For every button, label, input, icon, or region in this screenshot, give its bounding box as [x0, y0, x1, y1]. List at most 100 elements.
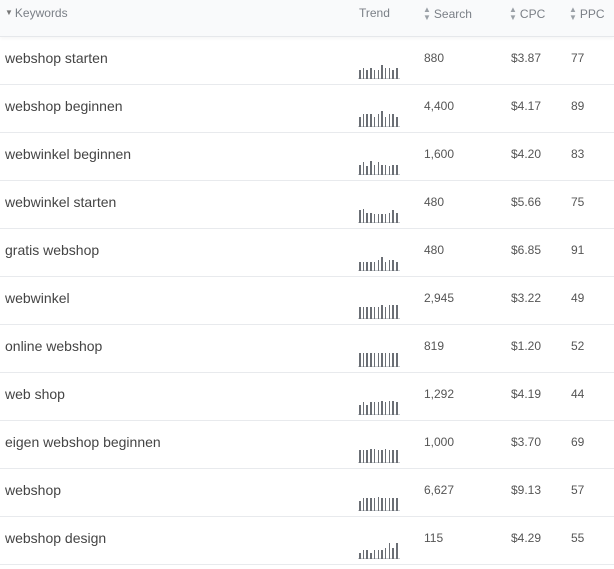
trend-bar [370, 262, 372, 271]
ppc-cell: 49 [571, 291, 585, 305]
keyword-cell[interactable]: webshop starten [5, 50, 108, 66]
table-row[interactable]: webshop starten 880 $3.87 77 [0, 37, 614, 85]
trend-bar [362, 68, 365, 79]
trend-bar [388, 114, 391, 127]
column-header-keywords[interactable]: ▼ Keywords [5, 6, 68, 20]
trend-bar [370, 553, 372, 559]
trend-bar [392, 548, 394, 559]
ppc-cell: 52 [571, 339, 585, 353]
trend-bar [359, 70, 361, 79]
table-row[interactable]: webshop 6,627 $9.13 57 [0, 469, 614, 517]
search-volume-cell: 6,627 [424, 483, 455, 497]
trend-bar [373, 498, 376, 511]
keyword-cell[interactable]: webwinkel starten [5, 194, 116, 210]
table-row[interactable]: web shop 1,292 $4.19 44 [0, 373, 614, 421]
trend-bar [396, 450, 398, 463]
trend-bar [366, 307, 368, 319]
trend-sparkline [358, 447, 402, 463]
trend-bar [388, 68, 391, 79]
trend-bar [384, 353, 387, 367]
table-row[interactable]: eigen webshop beginnen 1,000 $3.70 69 [0, 421, 614, 469]
column-header-trend: Trend [359, 6, 390, 20]
search-volume-cell: 2,945 [424, 291, 455, 305]
table-body: webshop starten 880 $3.87 77 webshop beginne… [0, 37, 614, 565]
ppc-cell: 89 [571, 99, 585, 113]
ppc-cell: 57 [571, 483, 585, 497]
trend-bar [381, 111, 383, 127]
trend-bar [362, 498, 365, 511]
trend-bar [359, 450, 361, 463]
table-row[interactable]: webshop design 115 $4.29 55 [0, 517, 614, 565]
table-row[interactable]: gratis webshop 480 $6.85 91 [0, 229, 614, 277]
trend-bar [388, 260, 391, 271]
keywords-table: ▼ Keywords Trend ▲ ▼ Search ▲ ▼ CPC ▲ ▼ PPC… [0, 0, 614, 565]
trend-bar [392, 114, 394, 127]
trend-bar [359, 501, 361, 511]
keyword-cell[interactable]: webwinkel [5, 290, 70, 306]
trend-bar [388, 213, 391, 223]
trend-bar [392, 165, 394, 175]
trend-bar [396, 262, 398, 271]
trend-bar [384, 548, 387, 559]
table-row[interactable]: webwinkel 2,945 $3.22 49 [0, 277, 614, 325]
column-header-ppc[interactable]: ▲ ▼ PPC [569, 6, 605, 22]
keyword-cell[interactable]: webshop design [5, 530, 106, 546]
ppc-cell: 83 [571, 147, 585, 161]
search-volume-cell: 1,000 [424, 435, 455, 449]
caret-down-icon: ▼ [5, 8, 13, 17]
column-header-search[interactable]: ▲ ▼ Search [423, 6, 472, 22]
table-row[interactable]: webwinkel starten 480 $5.66 75 [0, 181, 614, 229]
trend-bar [392, 305, 394, 319]
trend-bar [377, 260, 379, 271]
table-row[interactable]: webshop beginnen 4,400 $4.17 89 [0, 85, 614, 133]
keyword-cell[interactable]: webwinkel beginnen [5, 146, 131, 162]
trend-bar [366, 498, 368, 511]
keyword-cell[interactable]: webshop [5, 482, 61, 498]
trend-bar [396, 543, 398, 559]
trend-bar [381, 550, 383, 559]
table-row[interactable]: webwinkel beginnen 1,600 $4.20 83 [0, 133, 614, 181]
trend-bar [396, 165, 398, 175]
trend-bar [384, 262, 387, 271]
trend-bar [377, 550, 379, 559]
search-volume-cell: 4,400 [424, 99, 455, 113]
keyword-cell[interactable]: eigen webshop beginnen [5, 434, 161, 450]
search-volume-cell: 480 [424, 195, 445, 209]
trend-sparkline [358, 63, 402, 79]
trend-bar [396, 117, 398, 127]
ppc-cell: 69 [571, 435, 585, 449]
trend-bar [396, 402, 398, 415]
trend-bar [362, 402, 365, 415]
trend-bar [377, 214, 379, 223]
cpc-cell: $9.13 [511, 483, 542, 497]
column-header-cpc[interactable]: ▲ ▼ CPC [509, 6, 545, 22]
trend-bar [366, 353, 368, 367]
trend-bar [359, 405, 361, 415]
cpc-cell: $4.17 [511, 99, 542, 113]
trend-bar [388, 450, 391, 463]
sort-icon: ▲ ▼ [569, 5, 577, 22]
trend-bar [392, 70, 394, 79]
trend-bar [388, 353, 391, 367]
keyword-cell[interactable]: web shop [5, 386, 65, 402]
table-row[interactable]: online webshop 819 $1.20 52 [0, 325, 614, 373]
keyword-cell[interactable]: gratis webshop [5, 242, 99, 258]
trend-bar [388, 166, 391, 175]
search-volume-cell: 880 [424, 51, 445, 65]
trend-bar [377, 353, 379, 367]
ppc-cell: 55 [571, 531, 585, 545]
trend-bar [377, 70, 379, 79]
trend-bar [373, 449, 376, 463]
ppc-cell: 44 [571, 387, 585, 401]
trend-bar [384, 68, 387, 79]
column-header-label: Search [433, 7, 472, 21]
trend-bar [373, 262, 376, 271]
trend-bar [384, 498, 387, 511]
trend-bar [381, 165, 383, 175]
search-volume-cell: 1,600 [424, 147, 455, 161]
keyword-cell[interactable]: webshop beginnen [5, 98, 123, 114]
cpc-cell: $3.70 [511, 435, 542, 449]
trend-bar [373, 353, 376, 367]
trend-bar [392, 260, 394, 271]
keyword-cell[interactable]: online webshop [5, 338, 102, 354]
